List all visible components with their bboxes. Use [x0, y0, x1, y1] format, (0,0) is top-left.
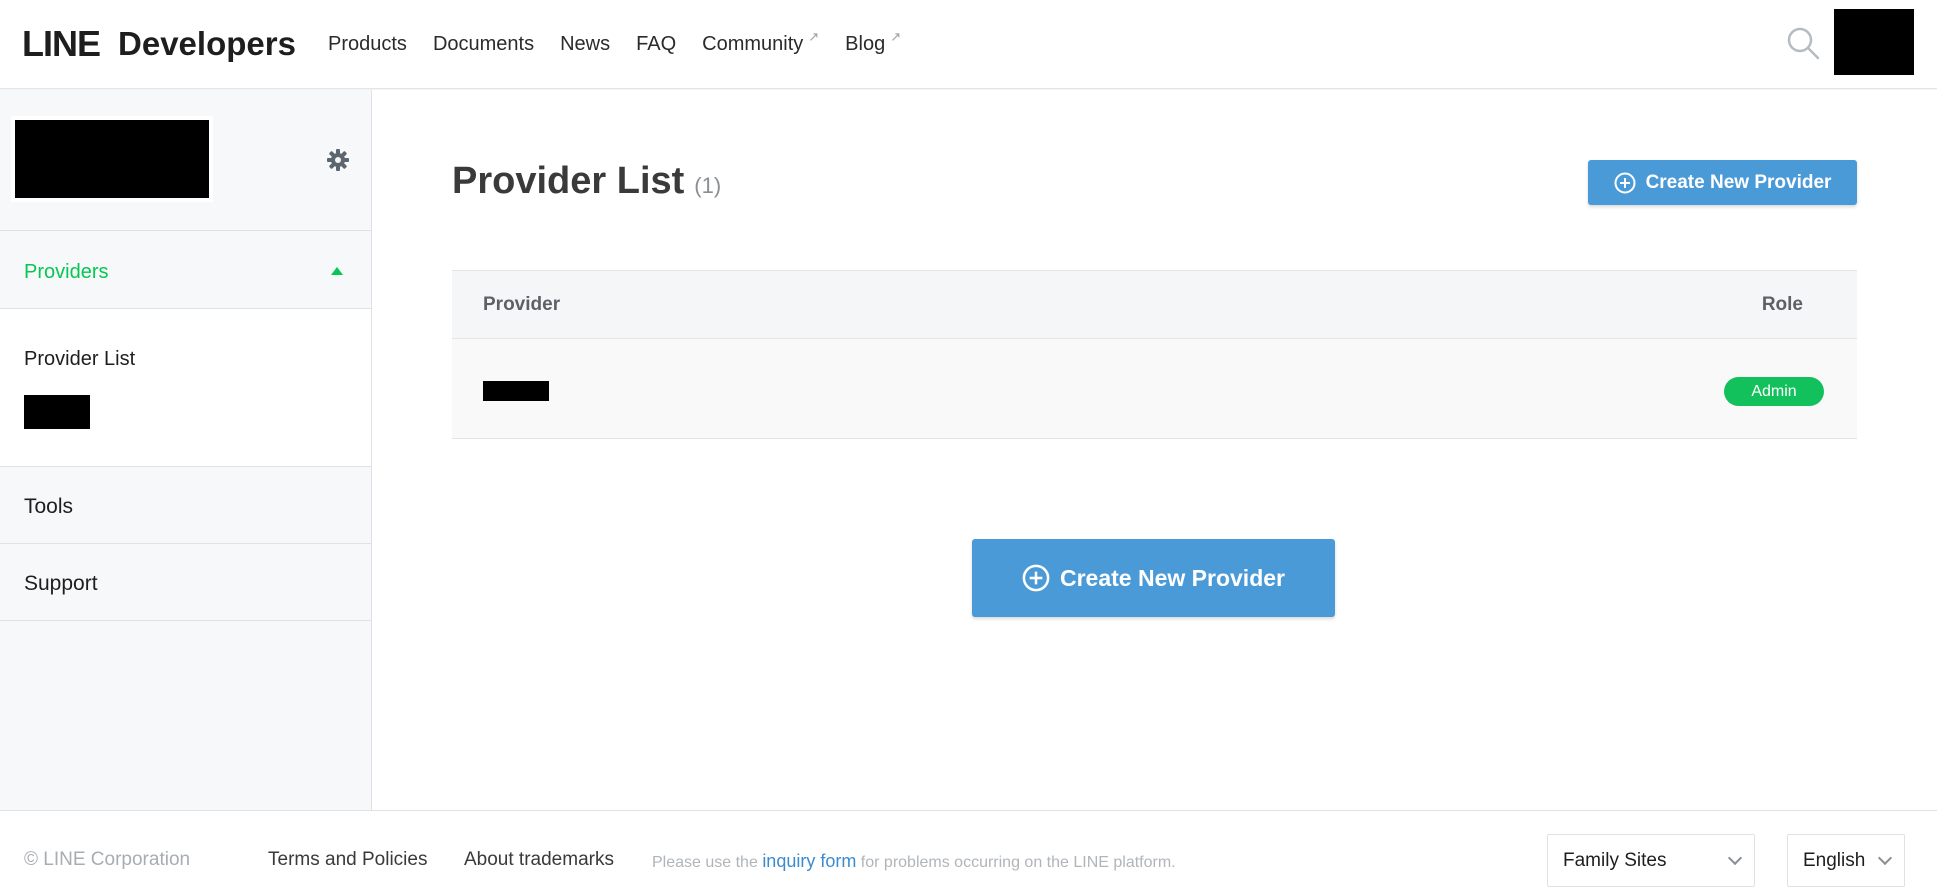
- sidebar-providers-label: Providers: [24, 261, 109, 283]
- caret-up-icon: [331, 267, 343, 275]
- account-header: [0, 90, 371, 231]
- provider-table: Provider Role Admin: [452, 270, 1857, 439]
- top-header: LINE Developers Products Documents News …: [0, 0, 1937, 89]
- trademarks-link[interactable]: About trademarks: [464, 849, 614, 871]
- create-new-provider-center-label: Create New Provider: [1060, 564, 1285, 591]
- copyright: © LINE Corporation: [24, 849, 191, 870]
- sidebar-item-provider-redacted[interactable]: [24, 395, 90, 429]
- inquiry-note: Please use the inquiry form for problems…: [652, 851, 1176, 871]
- provider-name-redacted[interactable]: [483, 381, 549, 401]
- sidebar-item-provider-list[interactable]: Provider List: [24, 348, 135, 371]
- providers-submenu: Provider List: [0, 309, 371, 467]
- nav-faq[interactable]: FAQ: [636, 33, 676, 56]
- nav-community[interactable]: Community ↗: [702, 29, 819, 56]
- sidebar: Providers Provider List Tools Support: [0, 90, 372, 810]
- table-header: Provider Role: [452, 270, 1857, 339]
- footer: © LINE Corporation Terms and Policies Ab…: [0, 810, 1937, 887]
- nav-blog[interactable]: Blog ↗: [845, 29, 901, 56]
- nav-products[interactable]: Products: [328, 33, 407, 56]
- sidebar-section-tools[interactable]: Tools: [0, 467, 371, 544]
- sidebar-section-providers[interactable]: Providers: [0, 231, 371, 309]
- column-header-provider: Provider: [483, 294, 561, 315]
- create-new-provider-button-center[interactable]: Create New Provider: [972, 539, 1335, 617]
- line-developers-logo[interactable]: LINE Developers: [22, 22, 296, 66]
- chevron-down-icon: [1877, 850, 1893, 866]
- sidebar-support-label: Support: [24, 572, 98, 595]
- family-sites-select[interactable]: Family Sites: [1547, 834, 1755, 887]
- create-new-provider-button[interactable]: Create New Provider: [1588, 160, 1857, 205]
- page-title-text: Provider List: [452, 160, 685, 202]
- user-avatar[interactable]: [1834, 9, 1914, 75]
- create-new-provider-label: Create New Provider: [1645, 171, 1832, 193]
- logo-developers-text: Developers: [118, 25, 296, 62]
- external-link-icon: ↗: [890, 29, 902, 44]
- chevron-down-icon: [1727, 850, 1743, 866]
- role-badge: Admin: [1724, 377, 1824, 406]
- provider-count: (1): [694, 173, 722, 198]
- column-header-role: Role: [1761, 294, 1803, 315]
- nav-documents[interactable]: Documents: [433, 33, 534, 56]
- table-row[interactable]: Admin: [452, 339, 1857, 439]
- account-name-redacted: [11, 116, 213, 202]
- main-nav: Products Documents News FAQ Community ↗ B…: [328, 0, 927, 89]
- logo-line-text: LINE: [22, 23, 101, 64]
- search-icon[interactable]: [1786, 26, 1820, 60]
- plus-circle-icon: [1614, 172, 1636, 193]
- main-content: Provider List (1) Create New Provider Pr…: [372, 90, 1937, 810]
- external-link-icon: ↗: [808, 29, 820, 44]
- page-title: Provider List (1): [452, 160, 721, 203]
- sidebar-tools-label: Tools: [24, 495, 74, 518]
- gear-icon[interactable]: [326, 148, 350, 172]
- terms-link[interactable]: Terms and Policies: [268, 849, 427, 871]
- sidebar-section-support[interactable]: Support: [0, 544, 371, 621]
- inquiry-form-link[interactable]: inquiry form: [762, 851, 856, 871]
- nav-news[interactable]: News: [560, 33, 610, 56]
- plus-circle-icon: [1022, 564, 1050, 592]
- language-select[interactable]: English: [1787, 834, 1905, 887]
